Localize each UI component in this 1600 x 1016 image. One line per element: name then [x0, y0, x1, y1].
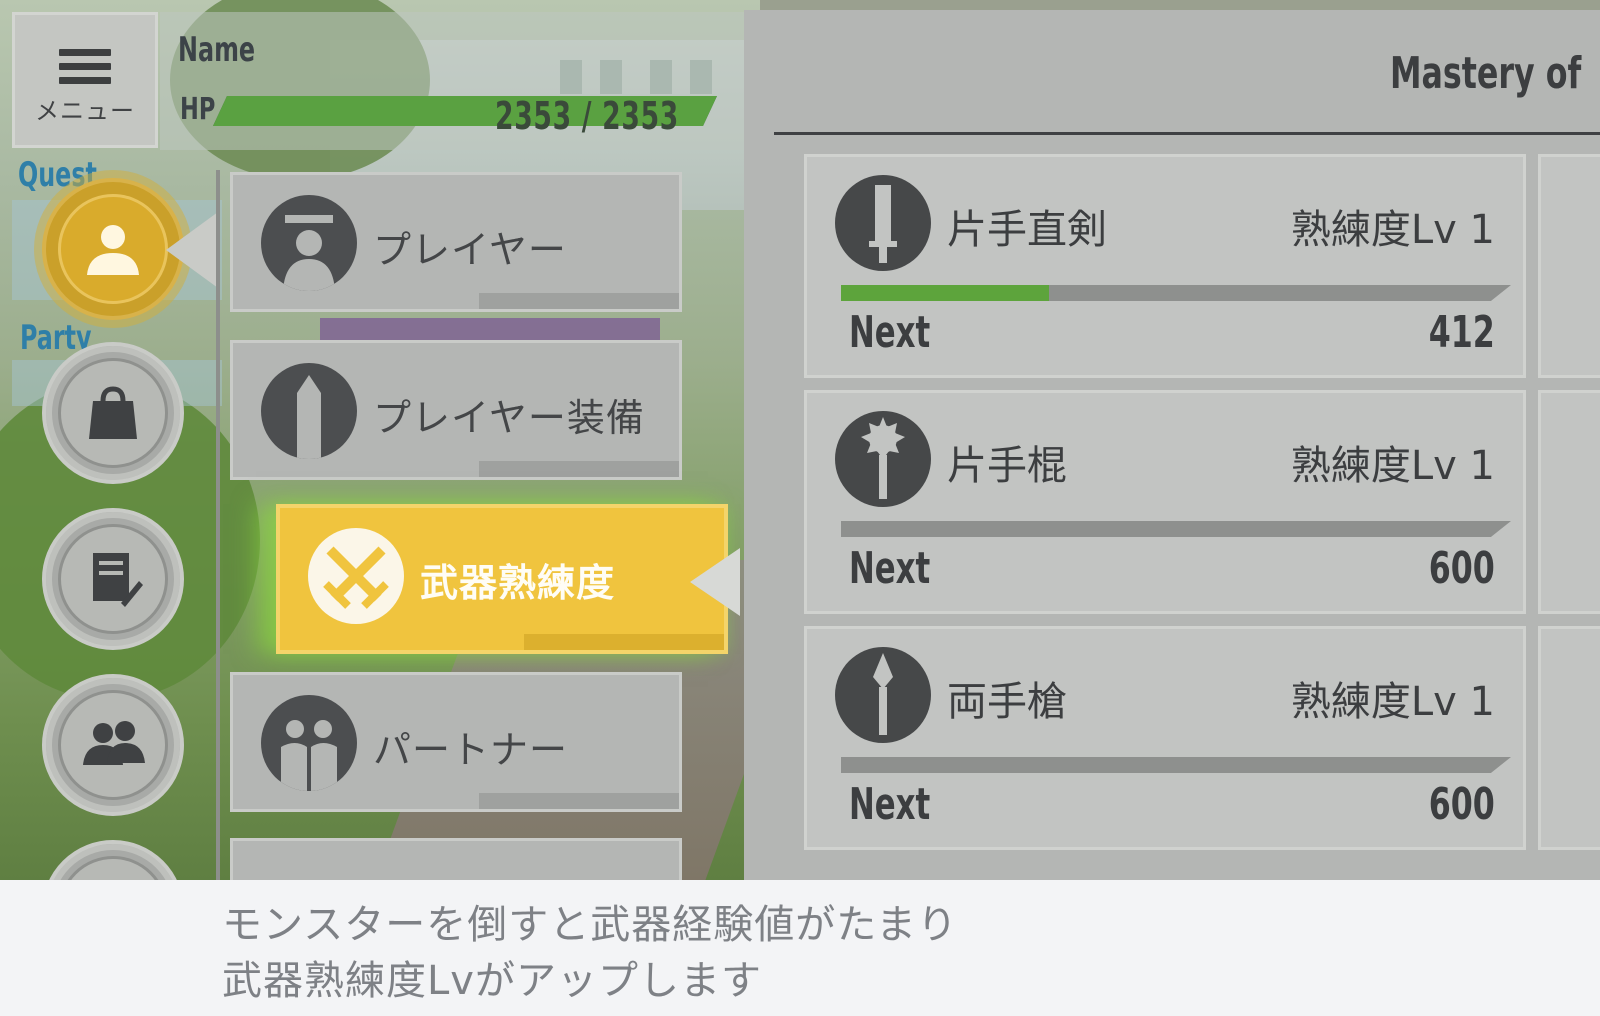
player-name-label: Name [178, 30, 256, 70]
next-value: 600 [1428, 779, 1495, 830]
menu-item-player-equipment[interactable]: プレイヤー装備 [230, 340, 682, 480]
xp-bar [841, 521, 1511, 537]
menu-item-weapon-mastery[interactable]: 武器熟練度 [276, 504, 728, 654]
menu-divider [216, 170, 220, 900]
hint-line-2: 武器熟練度Lvがアップします [222, 958, 762, 1004]
player-silhouette-icon [261, 195, 357, 291]
side-notes-button[interactable] [42, 508, 184, 650]
bag-icon [89, 386, 137, 439]
partner-icon [261, 695, 357, 791]
equipment-icon [261, 363, 357, 459]
menu-item-label: プレイヤー装備 [373, 396, 645, 440]
sword-icon [835, 175, 931, 271]
hp-label: HP [180, 92, 216, 127]
crossed-swords-icon [308, 528, 404, 624]
weapon-name: 両手槍 [947, 679, 1067, 725]
mastery-card-partial [1538, 154, 1600, 378]
weapon-level: 熟練度Lv 1 [1290, 207, 1495, 253]
side-player-button[interactable] [42, 178, 184, 320]
xp-bar [841, 757, 1511, 773]
mastery-title: Mastery of [1390, 48, 1582, 99]
menu-item-label: パートナー [373, 728, 569, 772]
hint-line-1: モンスターを倒すと武器経験値がたまり [222, 902, 958, 948]
next-label: Next [849, 307, 931, 358]
friends-icon [83, 721, 145, 765]
weapon-level: 熟練度Lv 1 [1290, 679, 1495, 725]
hamburger-icon [59, 49, 111, 84]
menu-button[interactable]: メニュー [12, 12, 158, 148]
tab-strip [320, 318, 660, 340]
hint-message-bar: モンスターを倒すと武器経験値がたまり 武器熟練度Lvがアップします [0, 880, 1600, 1016]
selection-pointer [166, 212, 218, 288]
menu-label: メニュー [35, 97, 135, 125]
menu-item-label: プレイヤー [373, 228, 567, 272]
next-value: 412 [1428, 307, 1495, 358]
weapon-name: 片手直剣 [947, 207, 1107, 253]
menu-item-player[interactable]: プレイヤー [230, 172, 682, 312]
side-bag-button[interactable] [42, 342, 184, 484]
side-friends-button[interactable] [42, 674, 184, 816]
mastery-card-one-handed-sword[interactable]: 片手直剣 熟練度Lv 1 Next 412 [804, 154, 1526, 378]
weapon-level: 熟練度Lv 1 [1290, 443, 1495, 489]
mastery-card-partial [1538, 390, 1600, 614]
selected-pointer [690, 548, 740, 616]
title-divider [774, 132, 1600, 135]
mace-icon [835, 411, 931, 507]
xp-bar [841, 285, 1511, 301]
next-label: Next [849, 543, 931, 594]
weapon-name: 片手棍 [947, 443, 1067, 489]
player-icon [87, 225, 139, 275]
next-label: Next [849, 779, 931, 830]
notes-icon [93, 553, 143, 607]
mastery-card-partial [1538, 626, 1600, 850]
hp-value: 2353 / 2353 [495, 94, 680, 138]
spear-icon [835, 647, 931, 743]
mastery-card-two-handed-spear[interactable]: 両手槍 熟練度Lv 1 Next 600 [804, 626, 1526, 850]
menu-item-label: 武器熟練度 [420, 561, 616, 605]
mastery-card-one-handed-mace[interactable]: 片手棍 熟練度Lv 1 Next 600 [804, 390, 1526, 614]
next-value: 600 [1428, 543, 1495, 594]
menu-item-partner[interactable]: パートナー [230, 672, 682, 812]
